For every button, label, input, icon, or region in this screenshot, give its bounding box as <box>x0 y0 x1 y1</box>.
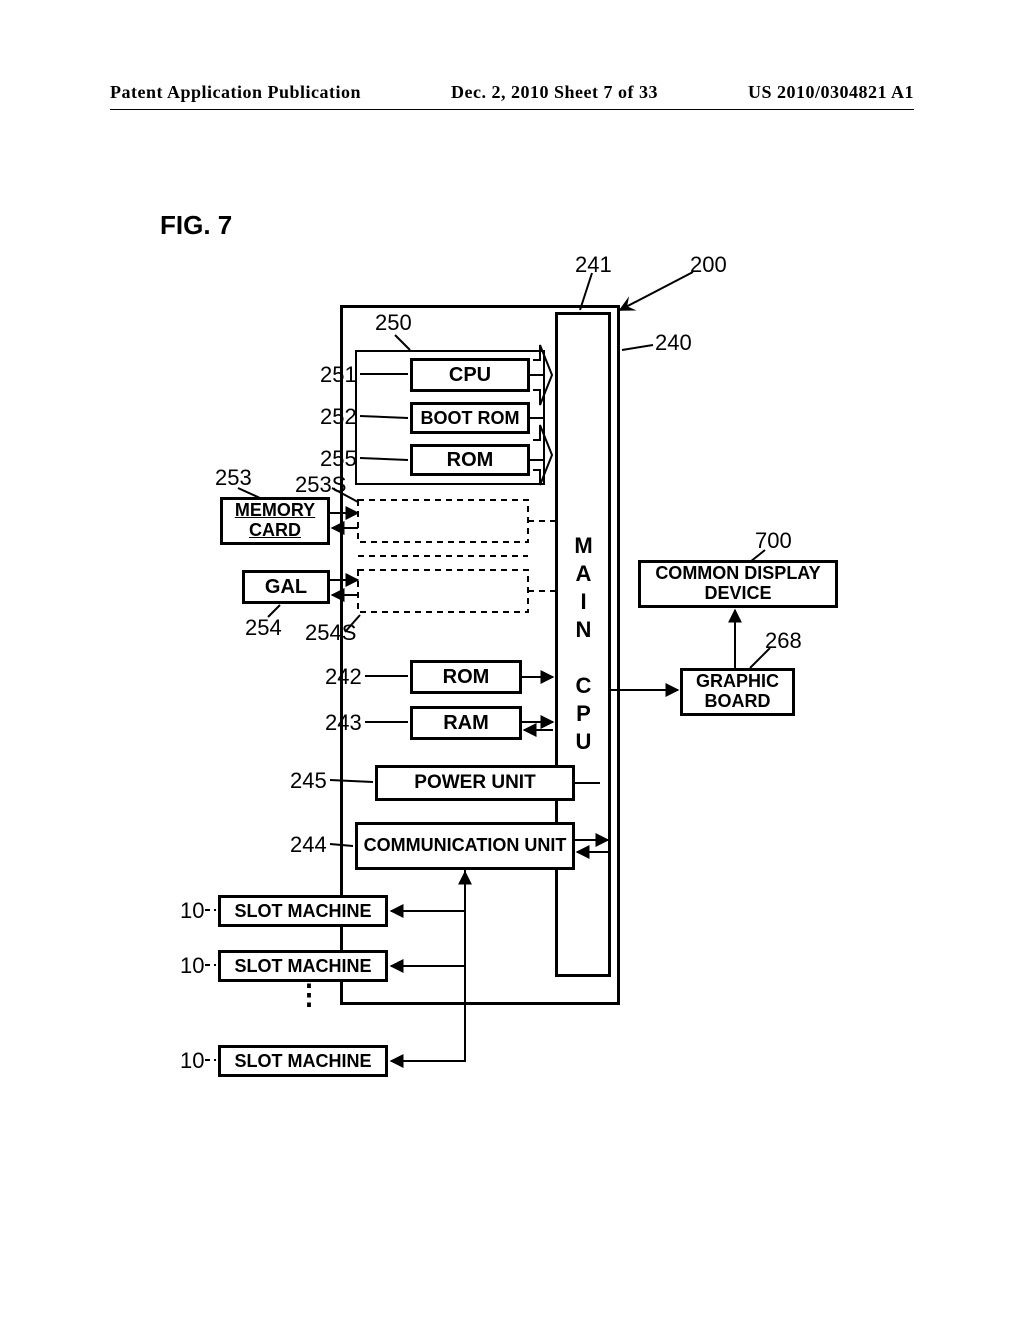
header-center: Dec. 2, 2010 Sheet 7 of 33 <box>451 82 658 103</box>
ref-268: 268 <box>765 628 802 654</box>
ref-252: 252 <box>320 404 357 430</box>
ref-700: 700 <box>755 528 792 554</box>
ref-200: 200 <box>690 252 727 278</box>
ref-10: 10 <box>180 1048 204 1074</box>
header-left: Patent Application Publication <box>110 82 361 103</box>
ref-10: 10 <box>180 953 204 979</box>
box-graphic-board: GRAPHIC BOARD <box>680 668 795 716</box>
ref-243: 243 <box>325 710 362 736</box>
ref-254s: 254S <box>305 620 356 646</box>
ref-255: 255 <box>320 446 357 472</box>
ref-253: 253 <box>215 465 252 491</box>
figure-label: FIG. 7 <box>160 210 232 241</box>
ref-250: 250 <box>375 310 412 336</box>
ref-254: 254 <box>245 615 282 641</box>
box-slot-machine: SLOT MACHINE <box>218 895 388 927</box>
ref-240: 240 <box>655 330 692 356</box>
figure-area: FIG. 7 MAIN CPU CPU BOOT ROM ROM MEMORY … <box>160 210 914 1220</box>
page-header: Patent Application Publication Dec. 2, 2… <box>110 82 914 110</box>
box-display-device: COMMON DISPLAY DEVICE <box>638 560 838 608</box>
ref-251: 251 <box>320 362 357 388</box>
box-comm-unit: COMMUNICATION UNIT <box>355 822 575 870</box>
box-cpu: CPU <box>410 358 530 392</box>
ref-253s: 253S <box>295 472 346 498</box>
box-slot-machine: SLOT MACHINE <box>218 950 388 982</box>
ref-242: 242 <box>325 664 362 690</box>
box-main-cpu: MAIN CPU <box>555 312 611 977</box>
ellipsis-icon: ⋮ <box>295 988 323 1005</box>
header-right: US 2010/0304821 A1 <box>748 82 914 103</box>
box-boot-rom: BOOT ROM <box>410 402 530 434</box>
main-cpu-label: MAIN CPU <box>570 533 596 757</box>
box-slot-machine: SLOT MACHINE <box>218 1045 388 1077</box>
box-memory-card: MEMORY CARD <box>220 497 330 545</box>
ref-244: 244 <box>290 832 327 858</box>
block-diagram: MAIN CPU CPU BOOT ROM ROM MEMORY CARD GA… <box>160 270 914 1220</box>
ref-245: 245 <box>290 768 327 794</box>
box-ram: RAM <box>410 706 522 740</box>
ref-10: 10 <box>180 898 204 924</box>
box-rom-two: ROM <box>410 660 522 694</box>
box-power-unit: POWER UNIT <box>375 765 575 801</box>
box-gal: GAL <box>242 570 330 604</box>
ref-241: 241 <box>575 252 612 278</box>
box-rom-one: ROM <box>410 444 530 476</box>
